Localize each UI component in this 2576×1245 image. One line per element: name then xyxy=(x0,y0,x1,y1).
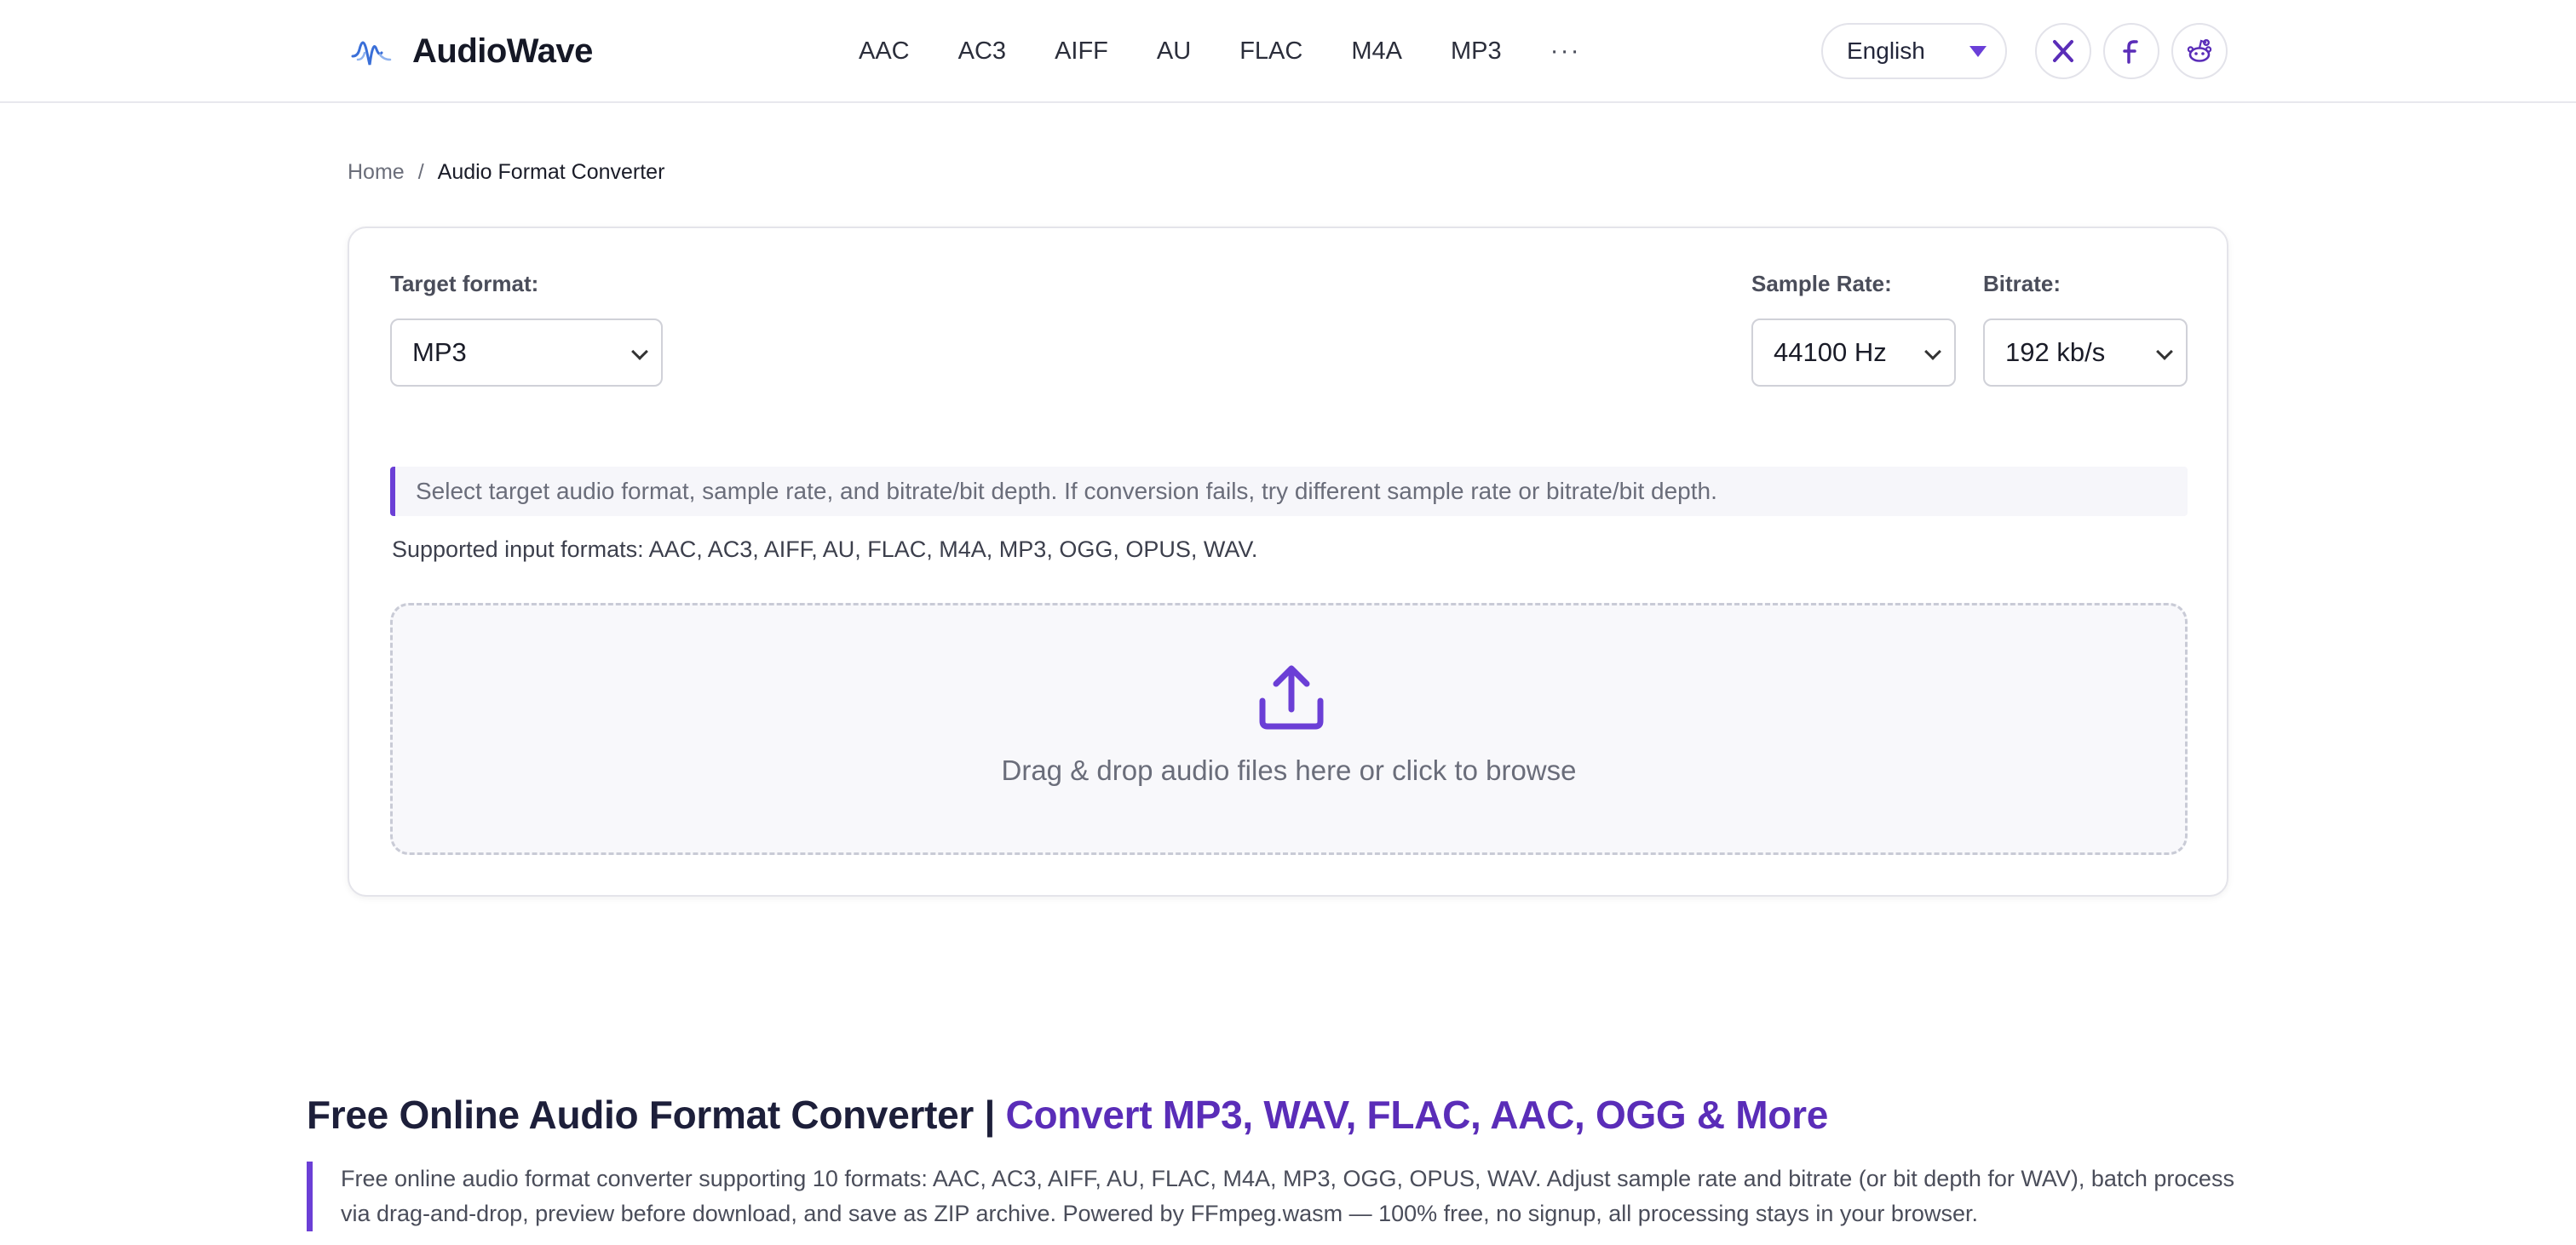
breadcrumb-current: Audio Format Converter xyxy=(437,160,665,184)
bitrate-select[interactable]: 192 kb/s xyxy=(1983,318,2188,387)
sample-rate-value: 44100 Hz xyxy=(1774,337,1887,367)
x-icon xyxy=(2053,40,2073,62)
facebook-icon xyxy=(2123,40,2138,64)
caret-down-icon xyxy=(1969,46,1987,57)
target-format-label: Target format: xyxy=(390,271,539,296)
upload-icon xyxy=(1259,665,1324,730)
language-label: English xyxy=(1847,37,1925,64)
converter-card: Target format: MP3 Sample Rate: 44100 Hz… xyxy=(348,227,2228,897)
page-title-part1: Free Online Audio Format Converter | xyxy=(307,1093,1006,1137)
brand-name: AudioWave xyxy=(412,32,593,70)
page-title-part2: Convert MP3, WAV, FLAC, AAC, OGG & More xyxy=(1005,1093,1829,1137)
info-note: Select target audio format, sample rate,… xyxy=(390,467,2188,516)
supported-formats-text: Supported input formats: AAC, AC3, AIFF,… xyxy=(392,536,1258,562)
nav-item-mp3[interactable]: MP3 xyxy=(1451,37,1502,66)
chevron-down-icon xyxy=(1924,343,1941,360)
nav-item-flac[interactable]: FLAC xyxy=(1239,37,1302,66)
breadcrumb: Home / Audio Format Converter xyxy=(348,160,664,185)
reddit-share-button[interactable] xyxy=(2171,23,2228,79)
audio-wave-icon xyxy=(351,41,392,66)
nav-item-ac3[interactable]: AC3 xyxy=(958,37,1006,66)
sample-rate-label: Sample Rate: xyxy=(1751,271,1892,296)
nav-item-aiff[interactable]: AIFF xyxy=(1055,37,1108,66)
language-select[interactable]: English xyxy=(1821,23,2007,79)
nav-item-au[interactable]: AU xyxy=(1157,37,1191,66)
target-format-value: MP3 xyxy=(412,337,467,367)
bitrate-label: Bitrate: xyxy=(1983,271,2061,296)
chevron-down-icon xyxy=(2156,343,2173,360)
breadcrumb-separator: / xyxy=(417,160,424,184)
nav-item-m4a[interactable]: M4A xyxy=(1351,37,1402,66)
dropzone-text: Drag & drop audio files here or click to… xyxy=(1001,754,1577,786)
nav-item-aac[interactable]: AAC xyxy=(859,37,910,66)
x-share-button[interactable] xyxy=(2035,23,2091,79)
reddit-icon xyxy=(2187,38,2212,62)
page-title: Free Online Audio Format Converter | Con… xyxy=(307,1092,1828,1138)
file-dropzone[interactable]: Drag & drop audio files here or click to… xyxy=(390,603,2188,855)
nav-more-button[interactable]: ··· xyxy=(1550,37,1581,66)
facebook-share-button[interactable] xyxy=(2103,23,2159,79)
breadcrumb-home-link[interactable]: Home xyxy=(348,160,405,185)
brand-logo[interactable]: AudioWave xyxy=(351,26,593,77)
sample-rate-select[interactable]: 44100 Hz xyxy=(1751,318,1956,387)
chevron-down-icon xyxy=(631,343,648,360)
site-header: AudioWave AAC AC3 AIFF AU FLAC M4A MP3 ·… xyxy=(0,0,2576,103)
page-description: Free online audio format converter suppo… xyxy=(307,1162,2257,1231)
format-nav: AAC AC3 AIFF AU FLAC M4A MP3 ··· xyxy=(859,31,1581,72)
target-format-select[interactable]: MP3 xyxy=(390,318,663,387)
bitrate-value: 192 kb/s xyxy=(2005,337,2106,367)
